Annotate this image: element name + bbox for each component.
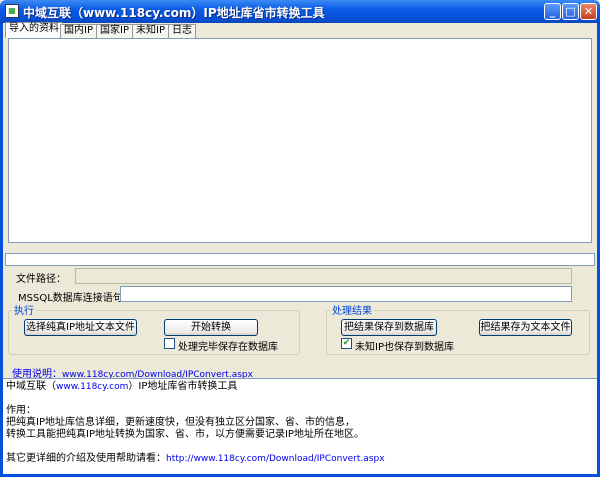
tab-imported-data[interactable]: 导入的资料 [5, 22, 63, 38]
window-title: 中域互联（www.118cy.com）IP地址库省市转换工具 [23, 6, 325, 20]
tab-domestic-ip[interactable]: 国内IP [60, 24, 97, 38]
minimize-button[interactable]: _ [544, 3, 561, 20]
unknown-ip-label: 未知IP也保存到数据库 [355, 342, 454, 353]
download-link[interactable]: http://www.118cy.com/Download/IPConvert.… [166, 454, 385, 464]
info-line2: 把纯真IP地址库信息详细，更新速度快，但没有独立区分国家、省、市的信息， [6, 417, 355, 428]
maximize-button[interactable]: □ [562, 3, 579, 20]
info-line1-pre: 中域互联（ [6, 381, 56, 392]
save-after-checkbox[interactable] [164, 338, 175, 349]
unknown-ip-checkbox[interactable]: ✔ [341, 338, 352, 349]
save-to-database-button[interactable]: 把结果保存到数据库 [341, 319, 437, 336]
app-icon: ▦ [5, 4, 19, 18]
imported-data-list[interactable] [8, 38, 592, 243]
title-bar[interactable]: ▦ 中域互联（www.118cy.com）IP地址库省市转换工具 _ □ ✕ [0, 0, 600, 23]
file-path-label: 文件路径： [16, 274, 66, 285]
tab-country-ip[interactable]: 国家IP [96, 24, 133, 38]
site-link[interactable]: www.118cy.com [56, 382, 128, 392]
file-path-field[interactable] [75, 268, 572, 284]
save-after-label: 处理完毕保存在数据库 [178, 342, 278, 353]
result-group-title: 处理结果 [330, 302, 374, 317]
mssql-connection-input[interactable] [120, 286, 572, 302]
close-button[interactable]: ✕ [580, 3, 597, 20]
info-line3: 转换工具能把纯真IP地址转换为国家、省、市，以方便需要记录IP地址所在地区。 [6, 429, 364, 440]
info-heading: 作用： [6, 405, 36, 416]
tab-log[interactable]: 日志 [168, 24, 196, 38]
horizontal-scroll-area[interactable] [5, 253, 595, 266]
select-file-button[interactable]: 选择纯真IP地址文本文件 [24, 319, 137, 336]
tab-unknown-ip[interactable]: 未知IP [132, 24, 169, 38]
execute-group-title: 执行 [12, 302, 36, 317]
save-to-text-button[interactable]: 把结果存为文本文件 [479, 319, 572, 336]
info-line1-post: ）IP地址库省市转换工具 [128, 381, 238, 392]
info-text-area[interactable]: 中域互联（www.118cy.com）IP地址库省市转换工具 作用： 把纯真IP… [3, 378, 597, 474]
info-line4-pre: 其它更详细的介绍及使用帮助请看： [6, 453, 166, 464]
start-convert-button[interactable]: 开始转换 [164, 319, 258, 336]
